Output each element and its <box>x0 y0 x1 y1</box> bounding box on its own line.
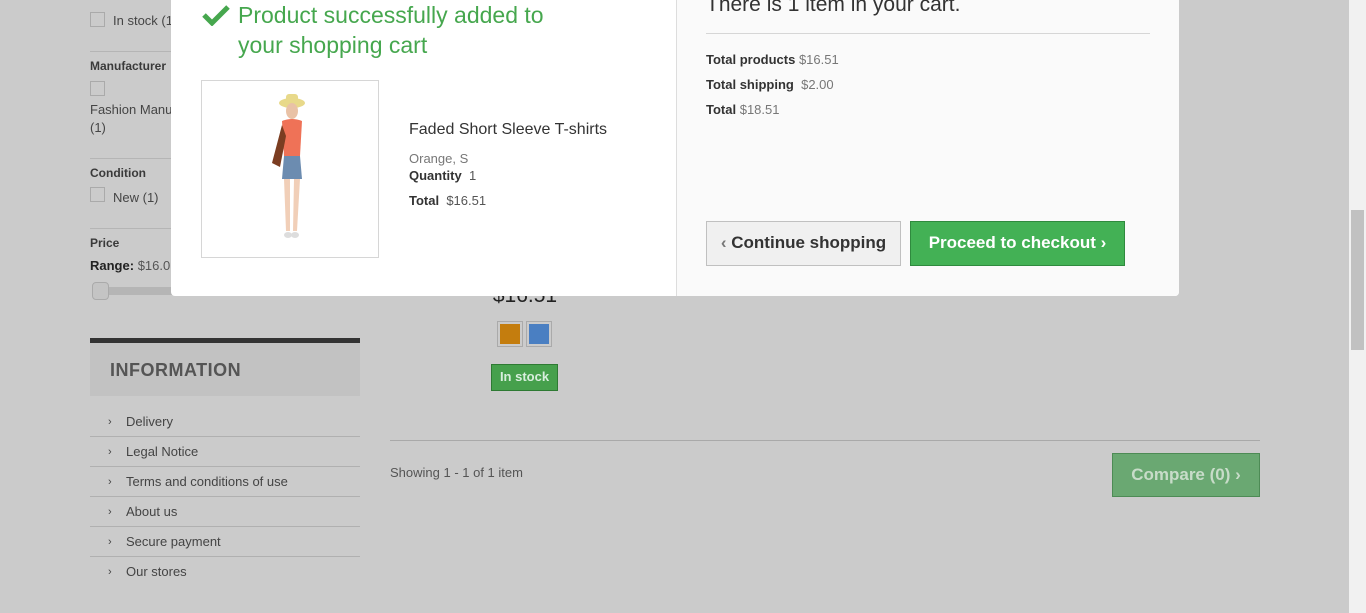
total-value: $16.51 <box>446 193 487 208</box>
chevron-right-icon: › <box>108 536 112 548</box>
success-line-1: Product successfully added to <box>238 2 544 28</box>
value: $2.00 <box>801 77 834 92</box>
continue-label: Continue shopping <box>731 233 887 252</box>
condition-heading: Condition <box>90 166 146 180</box>
info-link-legal-notice[interactable]: › Legal Notice <box>90 437 360 467</box>
range-label: Range: <box>90 258 135 273</box>
info-link-delivery[interactable]: › Delivery <box>90 407 360 437</box>
checkout-label: Proceed to checkout <box>928 233 1096 252</box>
label: Total <box>706 102 737 117</box>
chevron-left-icon: ‹ <box>720 233 727 252</box>
manufacturer-heading: Manufacturer <box>90 59 167 73</box>
link-label: About us <box>126 504 178 519</box>
chevron-right-icon: › <box>108 416 112 428</box>
link-label: Terms and conditions of use <box>126 474 288 489</box>
quantity-label: Quantity <box>409 168 462 183</box>
scrollbar[interactable] <box>1349 0 1366 613</box>
in-stock-label: In stock (1 <box>113 13 173 28</box>
manufacturer-checkbox[interactable] <box>90 81 105 96</box>
product-total: Total $16.51 <box>409 193 486 208</box>
chevron-right-icon: › <box>108 446 112 458</box>
total-label: Total <box>409 193 440 208</box>
range-value: $16.0 <box>137 258 171 273</box>
grand-total-row: Total $18.51 <box>706 102 779 117</box>
product-name: Faded Short Sleeve T-shirts <box>409 121 608 138</box>
condition-new-label: New (1) <box>113 190 159 205</box>
product-attributes: Orange, S <box>409 151 469 166</box>
divider <box>706 33 1150 34</box>
information-title: INFORMATION <box>110 360 242 380</box>
compare-button[interactable]: Compare (0) › <box>1112 453 1260 497</box>
cart-title: There is 1 item in your cart. <box>706 0 961 16</box>
label: Total shipping <box>706 77 794 92</box>
product-quantity: Quantity 1 <box>409 168 476 183</box>
info-link-secure-payment[interactable]: › Secure payment <box>90 527 360 557</box>
condition-new-checkbox[interactable] <box>90 187 105 202</box>
link-label: Delivery <box>126 414 173 429</box>
continue-shopping-button[interactable]: ‹ Continue shopping <box>706 221 901 266</box>
total-shipping-row: Total shipping $2.00 <box>706 77 834 92</box>
cart-summary: There is 1 item in your cart. Total prod… <box>676 0 1179 296</box>
link-label: Our stores <box>126 564 187 579</box>
label: Total products <box>706 52 796 67</box>
chevron-right-icon: › <box>1235 465 1241 484</box>
link-label: Legal Notice <box>126 444 199 459</box>
color-swatch-orange[interactable] <box>497 321 523 347</box>
success-message: Product successfully added to your shoppi… <box>238 0 544 60</box>
proceed-to-checkout-button[interactable]: Proceed to checkout › <box>910 221 1125 266</box>
info-link-stores[interactable]: › Our stores <box>90 557 360 587</box>
information-block: INFORMATION <box>90 338 360 396</box>
manufacturer-count: (1) <box>90 120 106 135</box>
success-line-2: your shopping cart <box>238 32 428 58</box>
info-link-about[interactable]: › About us <box>90 497 360 527</box>
stock-badge: In stock <box>491 364 558 391</box>
chevron-right-icon: › <box>108 566 112 578</box>
divider <box>390 440 1260 441</box>
scrollbar-thumb[interactable] <box>1351 210 1364 350</box>
price-range: Range: $16.0 <box>90 258 170 273</box>
value: $18.51 <box>739 102 780 117</box>
chevron-right-icon: › <box>108 506 112 518</box>
total-products-row: Total products $16.51 <box>706 52 839 67</box>
price-slider-handle[interactable] <box>92 282 109 300</box>
manufacturer-label: Fashion Manu <box>90 102 173 117</box>
chevron-right-icon: › <box>1100 233 1107 252</box>
showing-count: Showing 1 - 1 of 1 item <box>390 465 523 480</box>
compare-label: Compare (0) <box>1131 465 1231 484</box>
check-icon <box>202 5 230 26</box>
product-photo <box>272 94 305 238</box>
color-swatch-blue[interactable] <box>526 321 552 347</box>
cart-modal: Product successfully added to your shoppi… <box>171 0 1179 296</box>
value: $16.51 <box>798 52 839 67</box>
price-heading: Price <box>90 236 120 250</box>
in-stock-checkbox[interactable] <box>90 12 105 27</box>
info-link-terms[interactable]: › Terms and conditions of use <box>90 467 360 497</box>
link-label: Secure payment <box>126 534 221 549</box>
quantity-value: 1 <box>468 168 477 183</box>
chevron-right-icon: › <box>108 476 112 488</box>
product-image <box>201 80 379 258</box>
